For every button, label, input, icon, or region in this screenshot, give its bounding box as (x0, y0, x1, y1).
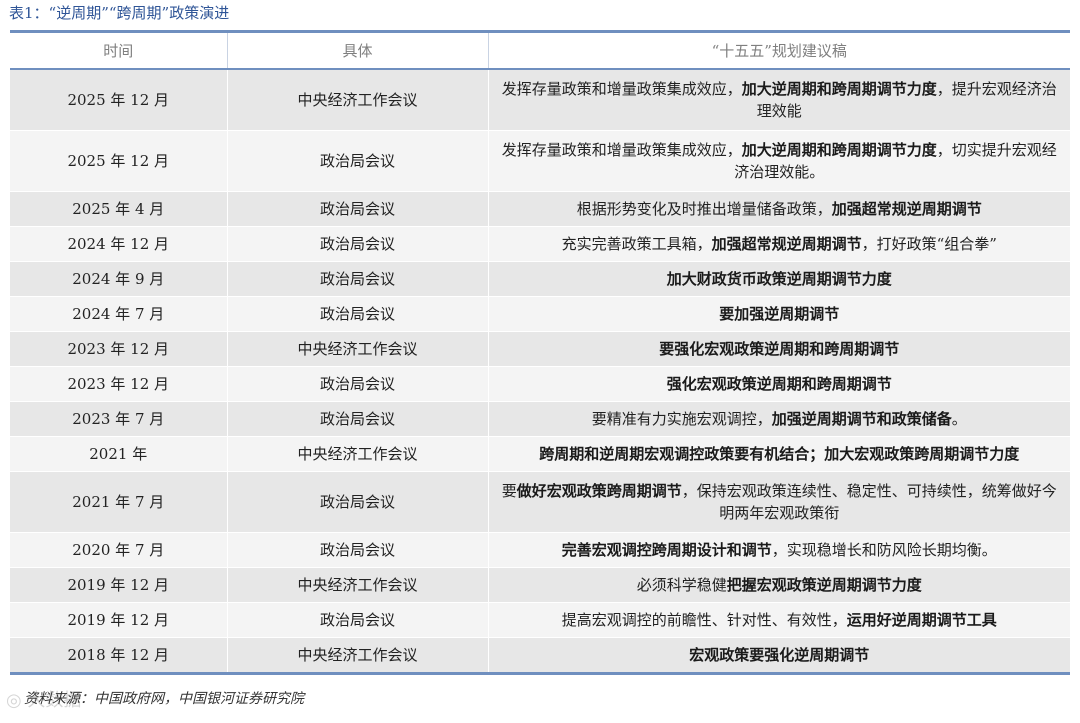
table-row: 2024 年 9 月政治局会议 加大财政货币政策逆周期调节力度 (10, 261, 1070, 297)
plan-text-bold: 完善宏观调控跨周期设计和调节 (561, 541, 772, 559)
cell-plan: 要加强逆周期调节 (487, 296, 1070, 332)
table-row: 2025 年 4 月政治局会议 根据形势变化及时推出增量储备政策，加强超常规逆周期… (10, 191, 1070, 227)
plan-text-bold: 跨周期和逆周期宏观调控政策要有机结合；加大宏观政策跨周期调节力度 (539, 445, 1020, 463)
plan-text: ，保持宏观政策连续性、稳定性、可持续性，统筹做好今明两年宏观政策衔 (681, 482, 1057, 522)
cell-plan: 要做好宏观政策跨周期调节，保持宏观政策连续性、稳定性、可持续性，统筹做好今明两年… (487, 471, 1070, 533)
header-plan: “十五五”规划建议稿 (487, 30, 1070, 70)
cell-plan: 要精准有力实施宏观调控，加强逆周期调节和政策储备。 (487, 401, 1070, 437)
cell-time: 2019 年 12 月 (10, 602, 227, 638)
plan-text-bold: 加强超常规逆周期调节 (831, 200, 982, 218)
cell-time: 2018 年 12 月 (10, 637, 227, 675)
cell-plan: 要强化宏观政策逆周期和跨周期调节 (487, 331, 1070, 367)
plan-text: 必须科学稳健 (636, 576, 727, 594)
cell-plan: 发挥存量政策和增量政策集成效应，加大逆周期和跨周期调节力度，切实提升宏观经济治理… (487, 130, 1070, 192)
plan-text-bold: 要加强逆周期调节 (719, 305, 840, 323)
cell-body: 政治局会议 (226, 130, 488, 192)
plan-text-bold: 运用好逆周期调节工具 (846, 611, 997, 629)
header-row: 时间 具体 “十五五”规划建议稿 (10, 30, 1070, 70)
plan-text-bold: 要强化宏观政策逆周期和跨周期调节 (659, 340, 900, 358)
cell-time: 2024 年 7 月 (10, 296, 227, 332)
plan-text: 发挥存量政策和增量政策集成效应， (501, 141, 742, 159)
cell-time: 2025 年 12 月 (10, 69, 227, 131)
cell-time: 2025 年 4 月 (10, 191, 227, 227)
plan-text-bold: 加强超常规逆周期调节 (711, 235, 862, 253)
table-row: 2025 年 12 月中央经济工作会议 发挥存量政策和增量政策集成效应，加大逆周期… (10, 69, 1070, 131)
plan-text-bold: 宏观政策要强化逆周期调节 (689, 646, 870, 664)
cell-plan: 跨周期和逆周期宏观调控政策要有机结合；加大宏观政策跨周期调节力度 (487, 436, 1070, 472)
cell-body: 政治局会议 (226, 226, 488, 262)
cell-body: 中央经济工作会议 (226, 69, 488, 131)
plan-text: 要 (501, 482, 517, 500)
cell-time: 2024 年 12 月 (10, 226, 227, 262)
cell-time: 2020 年 7 月 (10, 532, 227, 568)
plan-text: ，实现稳增长和防风险长期均衡。 (771, 541, 997, 559)
header-body: 具体 (226, 30, 488, 70)
plan-text-bold: 把握宏观政策逆周期调节力度 (726, 576, 922, 594)
plan-text: 提高宏观调控的前瞻性、针对性、有效性， (561, 611, 847, 629)
table-caption: 表1：“逆周期”“跨周期”政策演进 (9, 4, 230, 22)
cell-body: 政治局会议 (226, 191, 488, 227)
plan-text: 充实完善政策工具箱， (561, 235, 712, 253)
cell-time: 2023 年 12 月 (10, 366, 227, 402)
cell-plan: 根据形势变化及时推出增量储备政策，加强超常规逆周期调节 (487, 191, 1070, 227)
cell-body: 中央经济工作会议 (226, 436, 488, 472)
cell-time: 2021 年 7 月 (10, 471, 227, 533)
cell-time: 2025 年 12 月 (10, 130, 227, 192)
table-row: 2019 年 12 月政治局会议 提高宏观调控的前瞻性、针对性、有效性，运用好逆周… (10, 602, 1070, 638)
table-row: 2021 年 7 月政治局会议 要做好宏观政策跨周期调节，保持宏观政策连续性、稳定… (10, 471, 1070, 533)
table-row: 2020 年 7 月政治局会议 完善宏观调控跨周期设计和调节，实现稳增长和防风险长… (10, 532, 1070, 568)
cell-plan: 提高宏观调控的前瞻性、针对性、有效性，运用好逆周期调节工具 (487, 602, 1070, 638)
cell-time: 2024 年 9 月 (10, 261, 227, 297)
cell-body: 政治局会议 (226, 401, 488, 437)
plan-text-bold: 加大财政货币政策逆周期调节力度 (666, 270, 892, 288)
source-note: 资料来源：中国政府网，中国银河证券研究院 (24, 691, 304, 707)
cell-body: 政治局会议 (226, 471, 488, 533)
plan-text: 要精准有力实施宏观调控， (591, 410, 772, 428)
cell-body: 政治局会议 (226, 366, 488, 402)
cell-plan: 完善宏观调控跨周期设计和调节，实现稳增长和防风险长期均衡。 (487, 532, 1070, 568)
cell-plan: 宏观政策要强化逆周期调节 (487, 637, 1070, 675)
table-row: 2021 年中央经济工作会议 跨周期和逆周期宏观调控政策要有机结合；加大宏观政策跨… (10, 436, 1070, 472)
table-body: 2025 年 12 月中央经济工作会议 发挥存量政策和增量政策集成效应，加大逆周期… (10, 69, 1070, 675)
table-row: 2019 年 12 月中央经济工作会议 必须科学稳健把握宏观政策逆周期调节力度 (10, 567, 1070, 603)
table-row: 2024 年 7 月政治局会议 要加强逆周期调节 (10, 296, 1070, 332)
table-header: 时间 具体 “十五五”规划建议稿 (10, 30, 1070, 70)
cell-body: 中央经济工作会议 (226, 331, 488, 367)
table-row: 2018 年 12 月中央经济工作会议 宏观政策要强化逆周期调节 (10, 637, 1070, 675)
cell-body: 中央经济工作会议 (226, 637, 488, 675)
cell-body: 政治局会议 (226, 296, 488, 332)
table-row: 2023 年 12 月中央经济工作会议 要强化宏观政策逆周期和跨周期调节 (10, 331, 1070, 367)
cell-time: 2021 年 (10, 436, 227, 472)
cell-time: 2019 年 12 月 (10, 567, 227, 603)
plan-text-bold: 做好宏观政策跨周期调节 (516, 482, 682, 500)
plan-text-bold: 加大逆周期和跨周期调节力度 (741, 80, 937, 98)
plan-text-bold: 强化宏观政策逆周期和跨周期调节 (666, 375, 892, 393)
plan-text: 。 (951, 410, 967, 428)
cell-body: 政治局会议 (226, 261, 488, 297)
cell-time: 2023 年 7 月 (10, 401, 227, 437)
policy-table: 时间 具体 “十五五”规划建议稿 2025 年 12 月中央经济工作会议 发挥存量… (10, 30, 1070, 675)
plan-text: 根据形势变化及时推出增量储备政策， (576, 200, 832, 218)
cell-plan: 必须科学稳健把握宏观政策逆周期调节力度 (487, 567, 1070, 603)
table-row: 2023 年 12 月政治局会议 强化宏观政策逆周期和跨周期调节 (10, 366, 1070, 402)
cell-body: 政治局会议 (226, 602, 488, 638)
table-row: 2024 年 12 月政治局会议 充实完善政策工具箱，加强超常规逆周期调节，打好政… (10, 226, 1070, 262)
plan-text: ，打好政策“组合拳” (861, 235, 997, 253)
cell-plan: 强化宏观政策逆周期和跨周期调节 (487, 366, 1070, 402)
table-row: 2023 年 7 月政治局会议 要精准有力实施宏观调控，加强逆周期调节和政策储备。 (10, 401, 1070, 437)
cell-time: 2023 年 12 月 (10, 331, 227, 367)
cell-body: 中央经济工作会议 (226, 567, 488, 603)
table-row: 2025 年 12 月政治局会议 发挥存量政策和增量政策集成效应，加大逆周期和跨周… (10, 130, 1070, 192)
plan-text-bold: 加大逆周期和跨周期调节力度 (741, 141, 937, 159)
cell-plan: 发挥存量政策和增量政策集成效应，加大逆周期和跨周期调节力度，提升宏观经济治理效能 (487, 69, 1070, 131)
plan-text-bold: 加强逆周期调节和政策储备 (771, 410, 952, 428)
cell-plan: 加大财政货币政策逆周期调节力度 (487, 261, 1070, 297)
cell-plan: 充实完善政策工具箱，加强超常规逆周期调节，打好政策“组合拳” (487, 226, 1070, 262)
plan-text: 发挥存量政策和增量政策集成效应， (501, 80, 742, 98)
cell-body: 政治局会议 (226, 532, 488, 568)
policy-table-container: 时间 具体 “十五五”规划建议稿 2025 年 12 月中央经济工作会议 发挥存量… (10, 30, 1070, 675)
header-time: 时间 (10, 30, 227, 70)
